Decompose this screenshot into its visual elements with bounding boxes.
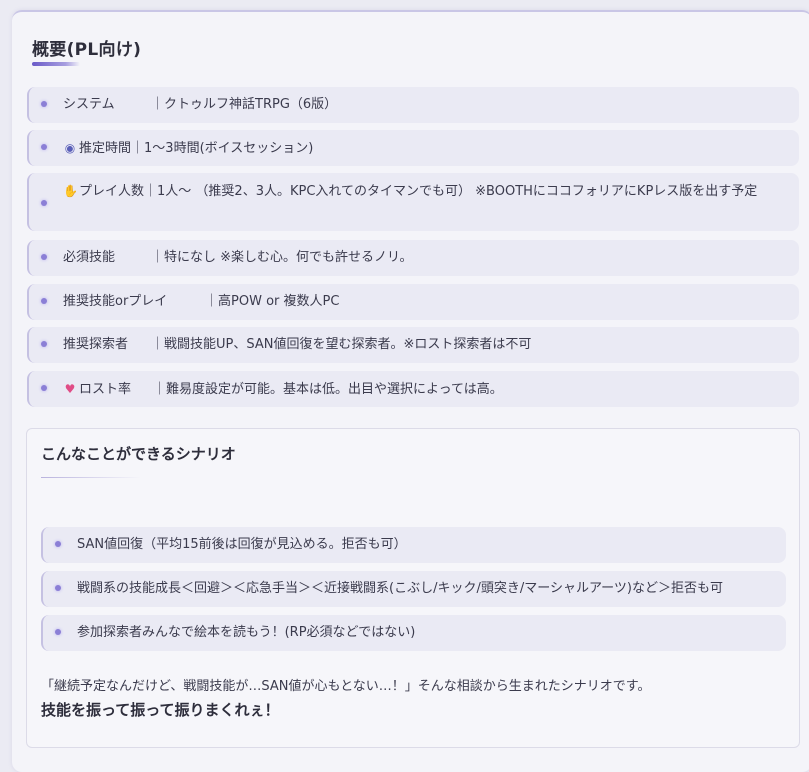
- overview-item-text: 推奨探索者 ｜戦闘技能UP、SAN値回復を望む探索者。※ロスト探索者は不可: [63, 334, 787, 356]
- overview-item-text: ♥ ロスト率 ｜難易度設定が可能。基本は低。出目や選択によっては高。: [63, 378, 787, 401]
- bullet-icon: [41, 385, 47, 391]
- bullet-icon: [41, 144, 47, 150]
- overview-item-text: ✋プレイ人数｜1人〜 （推奨2、3人。KPC入れてのタイマンでも可） ※BOOT…: [63, 180, 787, 203]
- overview-card: 概要(PL向け) システム ｜クトゥルフ神話TRPG（6版） ◉ 推定時間｜1〜3時…: [12, 10, 809, 772]
- item-label: 必須技能: [63, 250, 116, 265]
- scenario-item-picture-book: 参加探索者みんなで絵本を読もう！(RP必須などではない): [41, 615, 786, 651]
- item-value: 高POW or 複数人PC: [218, 294, 340, 309]
- overview-item-recommended-investigator: 推奨探索者 ｜戦闘技能UP、SAN値回復を望む探索者。※ロスト探索者は不可: [27, 327, 799, 363]
- bullet-icon: [41, 298, 47, 304]
- stopwatch-icon: ◉: [64, 141, 76, 155]
- raised-hand-icon: ✋: [63, 184, 78, 198]
- overview-item-text: ◉ 推定時間｜1〜3時間(ボイスセッション): [63, 137, 787, 160]
- scenario-item-san: SAN値回復（平均15前後は回復が見込める。拒否も可）: [41, 527, 786, 563]
- scenario-quote: 「継続予定なんだけど、戦闘技能が…SAN値が心もとない…！」そんな相談から生まれ…: [41, 679, 651, 694]
- overview-item-text: 推奨技能orプレイ ｜高POW or 複数人PC: [63, 291, 787, 313]
- item-value: クトゥルフ神話TRPG（6版）: [164, 97, 338, 112]
- item-label: システム: [63, 97, 115, 112]
- bullet-icon: [55, 629, 61, 635]
- bullet-icon: [41, 101, 47, 107]
- bullet-icon: [41, 254, 47, 260]
- scenario-item-skill-growth: 戦闘系の技能成長＜回避＞＜応急手当＞＜近接戦闘系(こぶし/キック/頭突き/マーシ…: [41, 571, 786, 607]
- title-underline: [32, 62, 80, 66]
- scenario-emphasis: 技能を振って振って振りまくれぇ！: [41, 701, 280, 719]
- overview-item-system: システム ｜クトゥルフ神話TRPG（6版）: [27, 87, 799, 123]
- item-value: 戦闘技能UP、SAN値回復を望む探索者。※ロスト探索者は不可: [164, 337, 532, 352]
- overview-item-required-skills: 必須技能 ｜特になし ※楽しむ心。何でも許せるノリ。: [27, 240, 799, 276]
- item-label: ロスト率: [79, 382, 132, 397]
- scenario-item-text: 戦闘系の技能成長＜回避＞＜応急手当＞＜近接戦闘系(こぶし/キック/頭突き/マーシ…: [77, 581, 723, 596]
- bullet-icon: [55, 541, 61, 547]
- overview-item-text: システム ｜クトゥルフ神話TRPG（6版）: [63, 94, 787, 116]
- overview-item-text: 必須技能 ｜特になし ※楽しむ心。何でも許せるノリ。: [63, 247, 787, 269]
- item-value: 1〜3時間(ボイスセッション): [144, 141, 314, 156]
- scenario-box-title: こんなことができるシナリオ: [41, 445, 236, 463]
- scenario-item-text: SAN値回復（平均15前後は回復が見込める。拒否も可）: [77, 537, 407, 552]
- item-label: 推奨技能orプレイ: [63, 294, 168, 309]
- item-value: 難易度設定が可能。基本は低。出目や選択によっては高。: [166, 382, 503, 397]
- bullet-icon: [41, 341, 47, 347]
- item-label: プレイ人数: [79, 184, 145, 199]
- scenario-item-text: 参加探索者みんなで絵本を読もう！(RP必須などではない): [77, 625, 416, 640]
- overview-item-recommended-skills: 推奨技能orプレイ ｜高POW or 複数人PC: [27, 284, 799, 320]
- item-value: 1人〜 （推奨2、3人。KPC入れてのタイマンでも可） ※BOOTHにココフォリ…: [157, 184, 758, 199]
- overview-item-players: ✋プレイ人数｜1人〜 （推奨2、3人。KPC入れてのタイマンでも可） ※BOOT…: [27, 173, 799, 231]
- scenario-box: こんなことができるシナリオ SAN値回復（平均15前後は回復が見込める。拒否も可…: [26, 428, 800, 748]
- overview-item-lost-rate: ♥ ロスト率 ｜難易度設定が可能。基本は低。出目や選択によっては高。: [27, 371, 799, 407]
- bullet-icon: [41, 200, 47, 206]
- item-label: 推奨探索者: [63, 337, 129, 352]
- item-label: 推定時間: [79, 141, 132, 156]
- item-value: 特になし ※楽しむ心。何でも許せるノリ。: [164, 250, 413, 265]
- bullet-icon: [55, 585, 61, 591]
- section-title: 概要(PL向け): [32, 40, 142, 60]
- scenario-title-divider: [41, 477, 141, 478]
- overview-item-time: ◉ 推定時間｜1〜3時間(ボイスセッション): [27, 130, 799, 166]
- heart-icon: ♥: [64, 382, 76, 396]
